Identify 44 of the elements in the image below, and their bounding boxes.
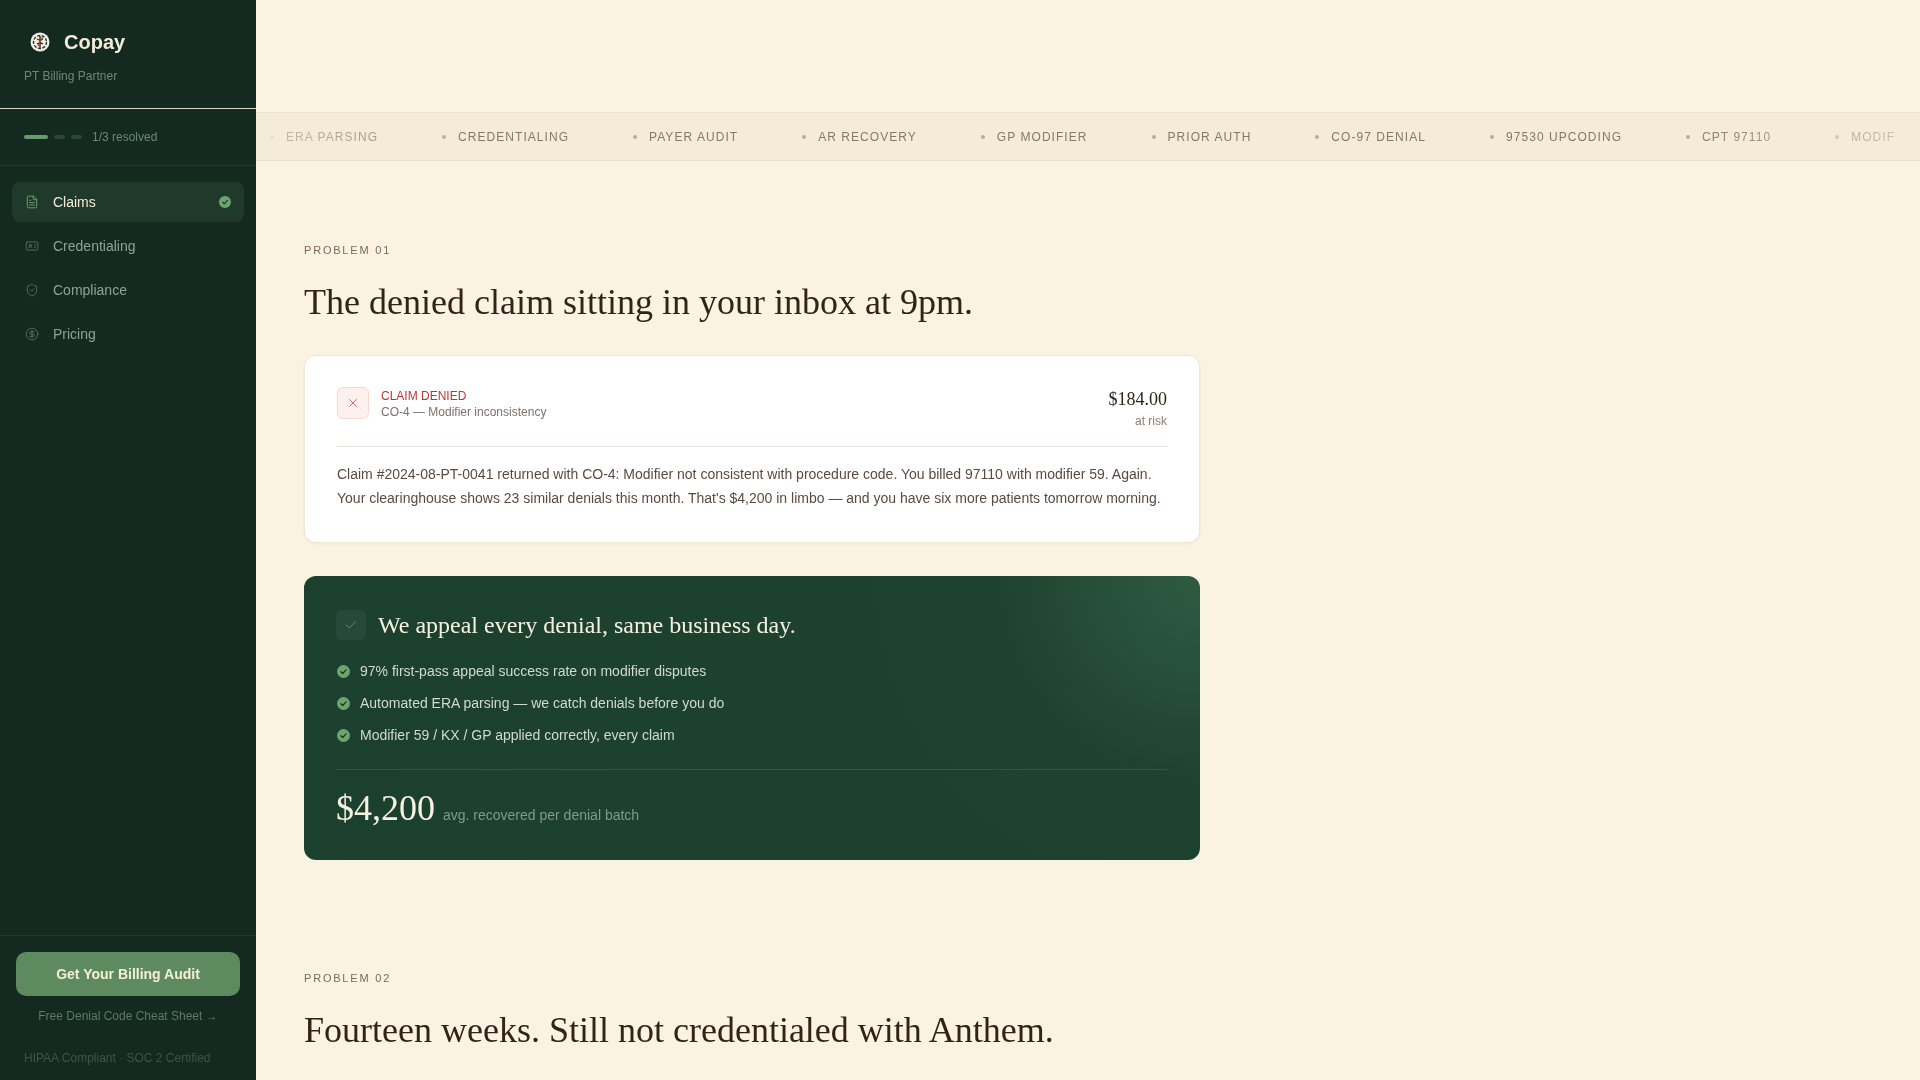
benefit-text: 97% first-pass appeal success rate on modifier disputes [360,662,707,681]
billing-audit-button[interactable]: Get Your Billing Audit [16,952,240,996]
emblem-logo-icon [30,32,50,52]
solution-title: We appeal every denial, same business day. [378,611,796,640]
denial-description: Claim #2024-08-PT-0041 returned with CO-4: Modifier not consistent with procedure code. You billed 97110 with modifier 59. Again. Your clearinghouse shows 23 similar denials this month. That's $4,200 in limbo — and you have six more patients tomorrow morning. [337,465,1162,508]
nav-item[interactable]: Credentialing [12,226,244,266]
check-circle-icon [337,696,350,710]
ticker-label: ERA PARSING [286,128,379,146]
brand-tagline: PT Billing Partner [24,68,119,84]
ticker-label: CREDENTIALING [458,128,570,146]
nav-item[interactable]: Claims [12,182,244,222]
amount-value: $184.00 [1108,388,1167,411]
ticker-label: 97530 UPCODING [1506,128,1623,146]
shield-check-icon [25,283,39,297]
section-heading: Fourteen weeks. Still not credentialed with Anthem. [304,1010,1055,1050]
cheat-sheet-link[interactable]: Free Denial Code Cheat Sheet → [38,1008,218,1024]
check-icon [336,610,366,640]
denial-reason: CO-4 — Modifier inconsistency [381,404,547,420]
ticker-label: CPT 97110 [1702,128,1772,146]
ticker-label: CO-97 DENIAL [1331,128,1426,146]
ticker-label: MODIF [1851,128,1896,146]
denial-status: CLAIM DENIED [381,388,468,404]
stat-caption: avg. recovered per denial batch [443,806,640,825]
document-icon [25,195,39,209]
nav-item[interactable]: Compliance [12,270,244,310]
section-heading: The denied claim sitting in your inbox at 9pm. [304,282,974,322]
id-card-icon [25,239,39,253]
ticker-label: GP MODIFIER [996,128,1088,146]
amount-caption: at risk [1135,413,1167,429]
cross-icon [337,387,369,419]
nav-item[interactable]: Pricing [12,314,244,354]
benefit-text: Automated ERA parsing — we catch denials before you do [360,694,725,713]
brand-name: Copay [64,30,126,54]
stat-value: $4,200 [336,788,435,828]
benefit-text: Modifier 59 / KX / GP applied correctly, every claim [360,726,675,745]
check-circle-icon [337,728,350,742]
progress-label: 1/3 resolved [92,129,158,146]
ticker-label: PAYER AUDIT [649,128,739,146]
section-eyebrow: PROBLEM 02 [304,971,393,985]
section-eyebrow: PROBLEM 01 [304,243,393,257]
check-circle-icon [337,664,350,678]
dollar-circle-icon [25,327,39,341]
ticker-label: AR RECOVERY [818,128,917,146]
ticker-label: PRIOR AUTH [1167,128,1252,146]
